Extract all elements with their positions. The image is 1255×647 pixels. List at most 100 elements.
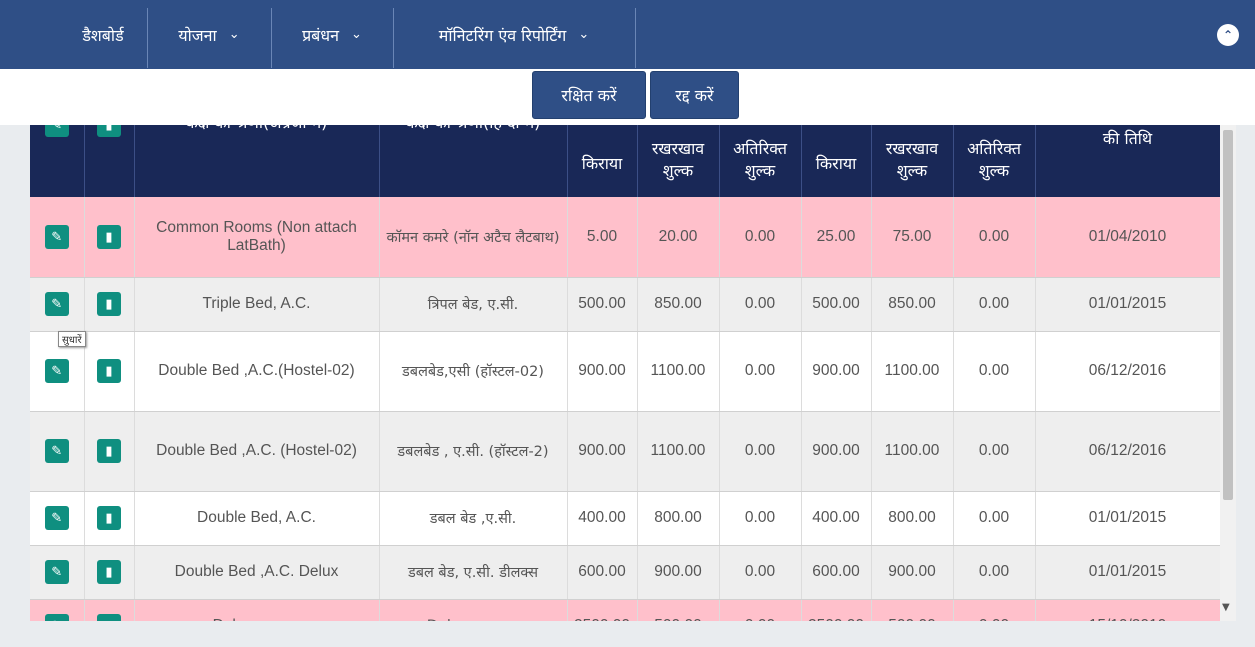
cell-extra1: 0.00	[719, 545, 802, 600]
cell-rent2: 2500.00	[801, 599, 872, 621]
edit-tooltip: सुधारें	[58, 331, 86, 347]
cell-extra2: 0.00	[953, 491, 1036, 546]
cell-maint1: 850.00	[637, 277, 720, 332]
cell-rent2: 25.00	[801, 197, 872, 278]
trash-icon[interactable]: ▮	[97, 614, 121, 621]
nav-item-label: डैशबोर्ड	[82, 25, 124, 45]
header-rent: किराया	[801, 125, 872, 197]
cell-rent2: 900.00	[801, 331, 872, 412]
cancel-button[interactable]: रद्द करें	[650, 71, 739, 119]
cell-name-en: Double Bed ,A.C. (Hostel-02)	[134, 411, 380, 492]
cell-extra1: 0.00	[719, 491, 802, 546]
edit-icon[interactable]: ✎	[44, 506, 69, 530]
cell-rent2: 500.00	[801, 277, 872, 332]
cell-rent1: 5.00	[567, 197, 638, 278]
nav-item-dashboard[interactable]: डैशबोर्ड	[60, 0, 146, 69]
cell-maint2: 1100.00	[871, 411, 954, 492]
edit-cell: ✎	[30, 545, 85, 600]
cell-name-hi: त्रिपल बेड, ए.सी.	[379, 277, 568, 332]
cell-rent1: 600.00	[567, 545, 638, 600]
trash-icon[interactable]: ▮	[97, 506, 121, 530]
cell-extra2: 0.00	[953, 599, 1036, 621]
cell-name-hi: डबल बेड, ए.सी. डीलक्स	[379, 545, 568, 600]
edit-icon[interactable]: ✎	[44, 560, 69, 584]
cell-name-en: Double Bed ,A.C. Delux	[134, 545, 380, 600]
edit-icon[interactable]: ✎	[44, 292, 69, 316]
cell-extra2: 0.00	[953, 277, 1036, 332]
nav-item-yojana[interactable]: योजना ⌄	[148, 0, 270, 69]
edit-cell: ✎	[30, 411, 85, 492]
trash-icon[interactable]: ▮	[97, 292, 121, 316]
cell-date: 15/10/2010	[1035, 599, 1220, 621]
header-extra: अतिरिक्त शुल्क	[953, 125, 1036, 197]
trash-icon: ▮	[97, 125, 121, 137]
header-edit-col: ✎	[30, 125, 85, 197]
cell-extra1: 0.00	[719, 331, 802, 412]
cell-date: 01/04/2010	[1035, 197, 1220, 278]
nav-item-label: प्रबंधन	[302, 25, 340, 45]
cell-rent2: 400.00	[801, 491, 872, 546]
table-row: ✎ ▮ Triple Bed, A.C. त्रिपल बेड, ए.सी. 500.0…	[30, 277, 1220, 332]
trash-icon[interactable]: ▮	[97, 439, 121, 463]
header-name-hi: कक्ष का श्रेणी(हिन्दी में)	[379, 125, 568, 197]
cell-maint2: 900.00	[871, 545, 954, 600]
cell-rent2: 600.00	[801, 545, 872, 600]
edit-cell: ✎	[30, 197, 85, 278]
edit-icon[interactable]: ✎	[44, 224, 69, 249]
scrollbar-thumb[interactable]	[1223, 130, 1233, 500]
edit-icon[interactable]: ✎	[44, 359, 69, 383]
nav-item-label: मॉनिटरिंग एंव रिपोर्टिंग	[438, 25, 567, 45]
edit-icon: ✎	[44, 125, 69, 137]
delete-cell: ▮	[84, 545, 135, 600]
delete-cell: ▮	[84, 331, 135, 412]
room-rate-table-container: ✎ ▮ कक्ष का श्रेणी(अंग्रेजी में) कक्ष का…	[30, 125, 1220, 621]
edit-cell: ✎	[30, 599, 85, 621]
cell-extra1: 0.00	[719, 277, 802, 332]
cell-extra2: 0.00	[953, 411, 1036, 492]
top-nav: डैशबोर्ड योजना ⌄ प्रबंधन ⌄ मॉनिटरिंग एंव…	[0, 0, 1255, 69]
cell-name-hi: डबलबेड,एसी (हॉस्टल-02)	[379, 331, 568, 412]
nav-item-monitoring[interactable]: मॉनिटरिंग एंव रिपोर्टिंग ⌄	[394, 0, 634, 69]
cell-name-en: Triple Bed, A.C.	[134, 277, 380, 332]
cell-date: 01/01/2015	[1035, 545, 1220, 600]
edit-icon[interactable]: ✎	[44, 614, 69, 621]
table-row: ✎ ▮ Double Bed ,A.C. Delux डबल बेड, ए.सी. ड…	[30, 545, 1220, 600]
header-maintenance: रखरखाव शुल्क	[871, 125, 954, 197]
delete-cell: ▮	[84, 277, 135, 332]
edit-icon[interactable]: ✎	[44, 439, 69, 463]
trash-icon[interactable]: ▮	[97, 224, 121, 249]
cell-name-hi: डबल बेड ,ए.सी.	[379, 491, 568, 546]
table-row: ✎ ▮ Double Bed ,A.C.(Hostel-02) डबलबेड,एसी …	[30, 331, 1220, 412]
cell-maint2: 500.00	[871, 599, 954, 621]
table-row: ✎▮Deluxe roomDeluxe room2500.00500.000.0…	[30, 599, 1220, 621]
cell-rent1: 900.00	[567, 331, 638, 412]
header-extra: अतिरिक्त शुल्क	[719, 125, 802, 197]
nav-divider	[635, 8, 636, 68]
cell-rent1: 400.00	[567, 491, 638, 546]
nav-item-prabandhan[interactable]: प्रबंधन ⌄	[272, 0, 392, 69]
cell-name-hi: Deluxe room	[379, 599, 568, 621]
table-row: ✎ ▮ Double Bed ,A.C. (Hostel-02) डबलबेड , ए…	[30, 411, 1220, 492]
cell-date: 01/01/2015	[1035, 277, 1220, 332]
cell-rent1: 900.00	[567, 411, 638, 492]
cell-name-hi: डबलबेड , ए.सी. (हॉस्टल-2)	[379, 411, 568, 492]
trash-icon[interactable]: ▮	[97, 359, 121, 383]
nav-item-label: योजना	[178, 25, 217, 45]
cell-date: 06/12/2016	[1035, 331, 1220, 412]
header-name-en: कक्ष का श्रेणी(अंग्रेजी में)	[134, 125, 380, 197]
cell-rent1: 2500.00	[567, 599, 638, 621]
cell-maint2: 75.00	[871, 197, 954, 278]
cell-maint1: 1100.00	[637, 331, 720, 412]
cell-name-hi: कॉमन कमरे (नॉन अटैच लैटबाथ)	[379, 197, 568, 278]
chevron-down-icon: ⌄	[578, 27, 590, 42]
collapse-up-icon[interactable]: ⌃	[1217, 24, 1239, 46]
header-rent: किराया	[567, 125, 638, 197]
edit-cell: ✎	[30, 491, 85, 546]
cell-rent1: 500.00	[567, 277, 638, 332]
trash-icon[interactable]: ▮	[97, 560, 121, 584]
cell-maint1: 800.00	[637, 491, 720, 546]
chevron-down-icon: ⌄	[228, 27, 240, 42]
header-maintenance: रखरखाव शुल्क	[637, 125, 720, 197]
scroll-down-arrow-icon[interactable]: ▼	[1222, 602, 1230, 613]
save-button[interactable]: रक्षित करें	[532, 71, 646, 119]
